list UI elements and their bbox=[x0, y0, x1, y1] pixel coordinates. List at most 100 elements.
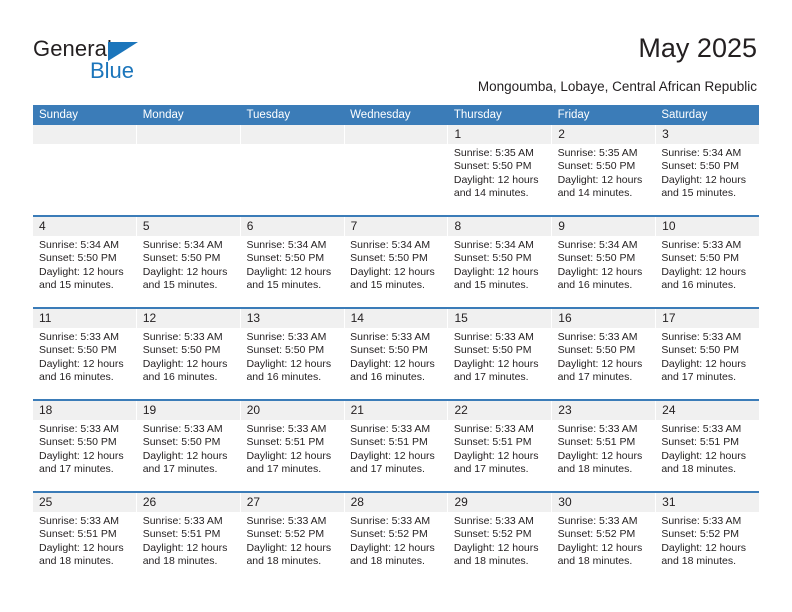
day-cell[interactable]: Sunrise: 5:35 AM Sunset: 5:50 PM Daylight:… bbox=[448, 144, 552, 215]
day-detail-line: Sunrise: 5:34 AM bbox=[453, 239, 534, 251]
day-detail-line: Sunrise: 5:34 AM bbox=[661, 147, 742, 159]
day-number[interactable]: 23 bbox=[551, 401, 655, 420]
day-number[interactable]: 29 bbox=[447, 493, 551, 512]
day-detail-line: Daylight: 12 hours bbox=[39, 357, 124, 370]
day-cell[interactable]: Sunrise: 5:33 AM Sunset: 5:50 PM Daylight:… bbox=[33, 420, 137, 491]
day-number[interactable]: 13 bbox=[239, 309, 344, 328]
day-number[interactable]: 27 bbox=[239, 493, 344, 512]
day-detail-line: Sunset: 5:50 PM bbox=[246, 252, 325, 265]
day-cell[interactable]: Sunrise: 5:33 AM Sunset: 5:51 PM Daylight:… bbox=[33, 512, 137, 583]
day-cell[interactable]: Sunrise: 5:33 AM Sunset: 5:50 PM Daylight:… bbox=[655, 236, 759, 307]
day-cell[interactable]: Sunrise: 5:33 AM Sunset: 5:52 PM Daylight:… bbox=[344, 512, 448, 583]
day-cell[interactable]: Sunrise: 5:33 AM Sunset: 5:52 PM Daylight:… bbox=[240, 512, 344, 583]
day-detail-line: Daylight: 12 hours bbox=[453, 173, 539, 186]
day-number[interactable]: 28 bbox=[343, 493, 448, 512]
day-cell[interactable]: Sunrise: 5:33 AM Sunset: 5:51 PM Daylight:… bbox=[448, 420, 552, 491]
day-detail-line: Sunrise: 5:33 AM bbox=[350, 331, 431, 343]
day-cell[interactable]: Sunrise: 5:33 AM Sunset: 5:52 PM Daylight:… bbox=[552, 512, 656, 583]
day-cell[interactable]: Sunrise: 5:33 AM Sunset: 5:50 PM Daylight:… bbox=[552, 328, 656, 399]
week-day-number-band: 25 26 27 28 29 30 31 bbox=[33, 493, 759, 512]
day-number[interactable]: 4 bbox=[33, 217, 136, 236]
day-cell[interactable]: Sunrise: 5:34 AM Sunset: 5:50 PM Daylight:… bbox=[33, 236, 137, 307]
day-cell[interactable]: Sunrise: 5:33 AM Sunset: 5:50 PM Daylight:… bbox=[448, 328, 552, 399]
day-detail-line: Sunset: 5:51 PM bbox=[39, 528, 117, 541]
day-detail-line: Daylight: 12 hours bbox=[661, 357, 746, 370]
day-detail-line: Sunrise: 5:35 AM bbox=[453, 147, 534, 159]
day-detail-line: Sunset: 5:52 PM bbox=[453, 528, 532, 541]
day-cell[interactable]: Sunrise: 5:34 AM Sunset: 5:50 PM Daylight:… bbox=[137, 236, 241, 307]
day-detail-line: Sunset: 5:50 PM bbox=[142, 436, 221, 449]
day-number[interactable]: 19 bbox=[135, 401, 240, 420]
general-blue-logo[interactable]: General Blue bbox=[33, 36, 223, 86]
day-number[interactable]: 16 bbox=[551, 309, 655, 328]
day-cell[interactable]: Sunrise: 5:33 AM Sunset: 5:51 PM Daylight:… bbox=[655, 420, 759, 491]
calendar-page: General Blue May 2025 Mongoumba, Lobaye,… bbox=[0, 0, 792, 612]
day-number[interactable]: 21 bbox=[343, 401, 448, 420]
day-detail-line: Sunset: 5:50 PM bbox=[39, 252, 117, 265]
day-number[interactable]: 10 bbox=[655, 217, 759, 236]
day-number[interactable]: 22 bbox=[447, 401, 551, 420]
day-detail-line: and 17 minutes. bbox=[142, 463, 218, 476]
day-number[interactable]: 3 bbox=[655, 125, 759, 144]
day-cell[interactable]: Sunrise: 5:33 AM Sunset: 5:51 PM Daylight:… bbox=[137, 512, 241, 583]
day-detail-line: Daylight: 12 hours bbox=[39, 449, 124, 462]
day-detail-line: Daylight: 12 hours bbox=[557, 541, 643, 554]
day-detail-line: Daylight: 12 hours bbox=[350, 265, 435, 278]
day-number[interactable]: 18 bbox=[33, 401, 136, 420]
day-detail-line: Sunset: 5:50 PM bbox=[142, 252, 221, 265]
day-cell[interactable]: Sunrise: 5:33 AM Sunset: 5:50 PM Daylight:… bbox=[33, 328, 137, 399]
weekday-sunday: Sunday bbox=[39, 109, 79, 121]
day-number[interactable]: 9 bbox=[551, 217, 655, 236]
day-cell[interactable]: Sunrise: 5:33 AM Sunset: 5:51 PM Daylight:… bbox=[552, 420, 656, 491]
day-detail-line: and 15 minutes. bbox=[350, 279, 425, 292]
day-number bbox=[343, 125, 448, 144]
day-number[interactable]: 24 bbox=[655, 401, 759, 420]
day-number[interactable]: 12 bbox=[135, 309, 240, 328]
day-number[interactable]: 14 bbox=[343, 309, 448, 328]
day-detail-line: Sunrise: 5:33 AM bbox=[39, 423, 119, 435]
day-detail-line: Sunrise: 5:33 AM bbox=[661, 423, 742, 435]
day-detail-line: Sunset: 5:50 PM bbox=[142, 344, 221, 357]
day-detail-line: Daylight: 12 hours bbox=[453, 449, 539, 462]
day-number[interactable]: 11 bbox=[33, 309, 136, 328]
day-cell[interactable]: Sunrise: 5:33 AM Sunset: 5:50 PM Daylight:… bbox=[137, 328, 241, 399]
day-cell[interactable]: Sunrise: 5:33 AM Sunset: 5:52 PM Daylight:… bbox=[655, 512, 759, 583]
day-detail-line: Daylight: 12 hours bbox=[246, 265, 332, 278]
week-day-number-band: 123 bbox=[33, 125, 759, 144]
day-cell[interactable]: Sunrise: 5:34 AM Sunset: 5:50 PM Daylight:… bbox=[344, 236, 448, 307]
day-cell[interactable]: Sunrise: 5:33 AM Sunset: 5:50 PM Daylight:… bbox=[655, 328, 759, 399]
day-detail-line: Sunrise: 5:33 AM bbox=[39, 331, 119, 343]
day-number[interactable]: 5 bbox=[135, 217, 240, 236]
day-cell[interactable]: Sunrise: 5:34 AM Sunset: 5:50 PM Daylight:… bbox=[240, 236, 344, 307]
day-number[interactable]: 26 bbox=[135, 493, 240, 512]
day-number[interactable]: 17 bbox=[655, 309, 759, 328]
day-detail-line: and 17 minutes. bbox=[39, 463, 114, 476]
calendar-week-row: 25 26 27 28 29 30 31 Sunrise: 5:33 AM Sunset: 5:… bbox=[33, 491, 759, 583]
day-detail-line: Sunrise: 5:33 AM bbox=[246, 515, 327, 527]
day-cell[interactable]: Sunrise: 5:33 AM Sunset: 5:51 PM Daylight:… bbox=[344, 420, 448, 491]
day-detail-line: Sunrise: 5:33 AM bbox=[661, 239, 742, 251]
day-number bbox=[33, 125, 136, 144]
calendar-week-row: 18 19 20 21 22 23 24 Sunrise: 5:33 AM Sunset: 5:… bbox=[33, 399, 759, 491]
day-cell[interactable]: Sunrise: 5:33 AM Sunset: 5:51 PM Daylight:… bbox=[240, 420, 344, 491]
day-cell[interactable]: Sunrise: 5:33 AM Sunset: 5:50 PM Daylight:… bbox=[344, 328, 448, 399]
day-cell[interactable]: Sunrise: 5:34 AM Sunset: 5:50 PM Daylight:… bbox=[655, 144, 759, 215]
day-number[interactable]: 31 bbox=[655, 493, 759, 512]
day-detail-line: Sunset: 5:50 PM bbox=[557, 252, 636, 265]
day-number[interactable]: 15 bbox=[447, 309, 551, 328]
day-number[interactable]: 8 bbox=[447, 217, 551, 236]
day-cell[interactable]: Sunrise: 5:34 AM Sunset: 5:50 PM Daylight:… bbox=[552, 236, 656, 307]
day-cell[interactable]: Sunrise: 5:34 AM Sunset: 5:50 PM Daylight:… bbox=[448, 236, 552, 307]
day-number[interactable]: 30 bbox=[551, 493, 655, 512]
day-number[interactable]: 25 bbox=[33, 493, 136, 512]
day-cell[interactable]: Sunrise: 5:33 AM Sunset: 5:50 PM Daylight:… bbox=[240, 328, 344, 399]
day-cell[interactable]: Sunrise: 5:35 AM Sunset: 5:50 PM Daylight:… bbox=[552, 144, 656, 215]
calendar-week-row: 11 12 13 14 15 16 17 Sunrise: 5:33 AM Sunset: 5:… bbox=[33, 307, 759, 399]
day-number[interactable]: 1 bbox=[447, 125, 551, 144]
day-cell[interactable]: Sunrise: 5:33 AM Sunset: 5:50 PM Daylight:… bbox=[137, 420, 241, 491]
day-number[interactable]: 6 bbox=[239, 217, 344, 236]
day-number[interactable]: 2 bbox=[551, 125, 655, 144]
day-cell[interactable]: Sunrise: 5:33 AM Sunset: 5:52 PM Daylight:… bbox=[448, 512, 552, 583]
day-number[interactable]: 7 bbox=[343, 217, 448, 236]
day-number[interactable]: 20 bbox=[239, 401, 344, 420]
